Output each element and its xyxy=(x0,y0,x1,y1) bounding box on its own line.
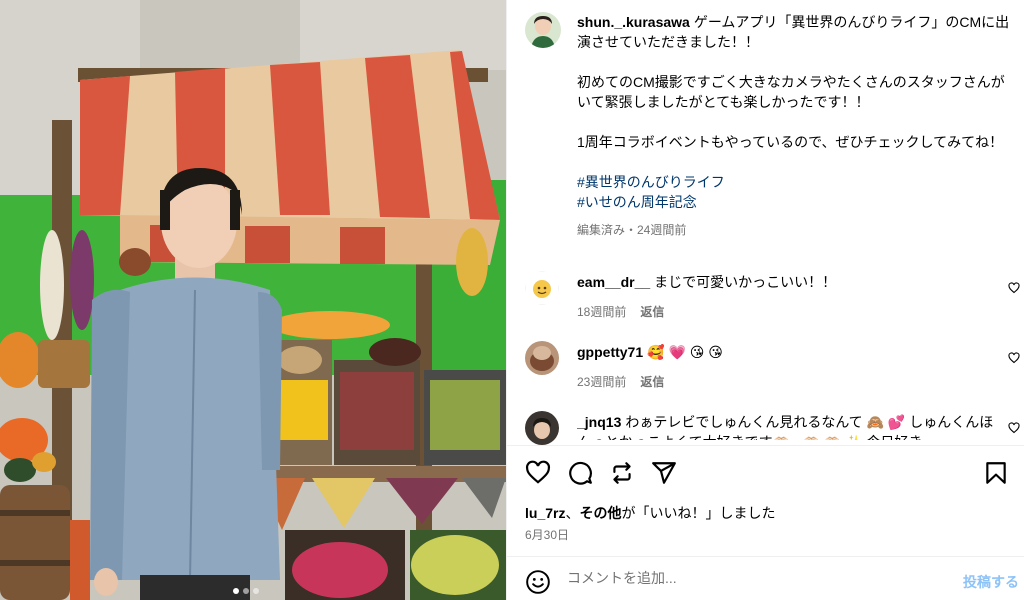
reply-button[interactable]: 返信 xyxy=(640,375,664,389)
liker-username[interactable]: lu_7rz xyxy=(525,505,565,521)
comment-input[interactable] xyxy=(567,570,937,586)
photo-scene xyxy=(0,0,506,600)
comment-text: 🥰 💗 😘 😘 xyxy=(647,344,723,360)
post-date[interactable]: 6月30日 xyxy=(525,526,569,543)
emoji-picker-icon[interactable] xyxy=(525,569,551,595)
caption-line-3: 1周年コラボイベントもやっているので、ぜひチェックしてみてね！ xyxy=(577,134,1004,150)
caption-line-2: 初めてのCM撮影ですごく大きなカメラやたくさんのスタッフさんがいて緊張しましたが… xyxy=(577,74,1005,110)
comment-username[interactable]: _jnq13 xyxy=(577,414,621,430)
comment-item: eam__dr__ まじで可愛いかっこいい！！ 18週間前 返信 xyxy=(577,272,1007,322)
caption-line-1: shun._.kurasawa ゲームアプリ「異世界のんびりライフ」のCMに出演さ… xyxy=(577,14,1010,50)
likes-others-link[interactable]: その他 xyxy=(579,505,621,521)
repost-icon[interactable] xyxy=(609,460,635,486)
comment-bubble-icon[interactable] xyxy=(567,460,593,486)
add-comment-bar: 投稿する xyxy=(507,556,1024,600)
comment-username[interactable]: eam__dr__ xyxy=(577,274,650,290)
hashtag-link[interactable]: #いせのん周年記念 xyxy=(577,192,1017,212)
author-avatar-image xyxy=(525,12,561,48)
post-comment-button[interactable]: 投稿する xyxy=(963,572,1019,592)
post-panel: shun._.kurasawa ゲームアプリ「異世界のんびりライフ」のCMに出演さ… xyxy=(506,0,1024,600)
commenter-avatar[interactable] xyxy=(525,341,559,375)
hashtag-link[interactable]: #異世界のんびりライフ xyxy=(577,172,1017,192)
carousel-dot xyxy=(243,588,249,594)
comment-item: _jnq13わぁテレビでしゅんくん見れるなんて 🙈 💕 しゅんくんほんっとかっこ… xyxy=(577,412,1007,440)
commenter-avatar[interactable] xyxy=(525,411,559,445)
author-username[interactable]: shun._.kurasawa xyxy=(577,14,690,30)
likes-summary: lu_7rz、その他が「いいね！」しました xyxy=(525,505,776,521)
comment-text: まじで可愛いかっこいい！！ xyxy=(654,274,837,290)
post-meta: 編集済み・24週間前 xyxy=(577,223,687,237)
commenter-avatar[interactable] xyxy=(525,271,559,305)
save-bookmark-icon[interactable] xyxy=(983,460,1009,486)
author-avatar[interactable] xyxy=(525,12,561,48)
comment-username[interactable]: gppetty71 xyxy=(577,344,643,360)
share-send-icon[interactable] xyxy=(651,460,677,486)
commenter-avatar-image xyxy=(525,271,559,305)
like-comment-heart-icon[interactable] xyxy=(1008,352,1020,364)
like-comment-heart-icon[interactable] xyxy=(1008,282,1020,294)
divider xyxy=(507,445,1024,446)
carousel-dot xyxy=(253,588,259,594)
carousel-dot-active xyxy=(233,588,239,594)
reply-button[interactable]: 返信 xyxy=(640,305,664,319)
commenter-avatar-image xyxy=(525,341,559,375)
comment-text: わぁテレビでしゅんくん見れるなんて 🙈 💕 しゅんくんほんっとかっこよくて大好き… xyxy=(577,414,994,440)
post-photo[interactable] xyxy=(0,0,506,600)
post-caption: shun._.kurasawa ゲームアプリ「異世界のんびりライフ」のCMに出演さ… xyxy=(577,12,1017,240)
carousel-indicator xyxy=(233,588,259,594)
commenter-avatar-image xyxy=(525,411,559,445)
like-heart-icon[interactable] xyxy=(525,460,551,486)
like-comment-heart-icon[interactable] xyxy=(1008,422,1020,434)
comment-time: 23週間前 xyxy=(577,375,627,389)
post-action-bar xyxy=(523,458,1011,488)
comment-time: 18週間前 xyxy=(577,305,627,319)
comment-item: gppetty71 🥰 💗 😘 😘 23週間前 返信 xyxy=(577,342,1007,392)
